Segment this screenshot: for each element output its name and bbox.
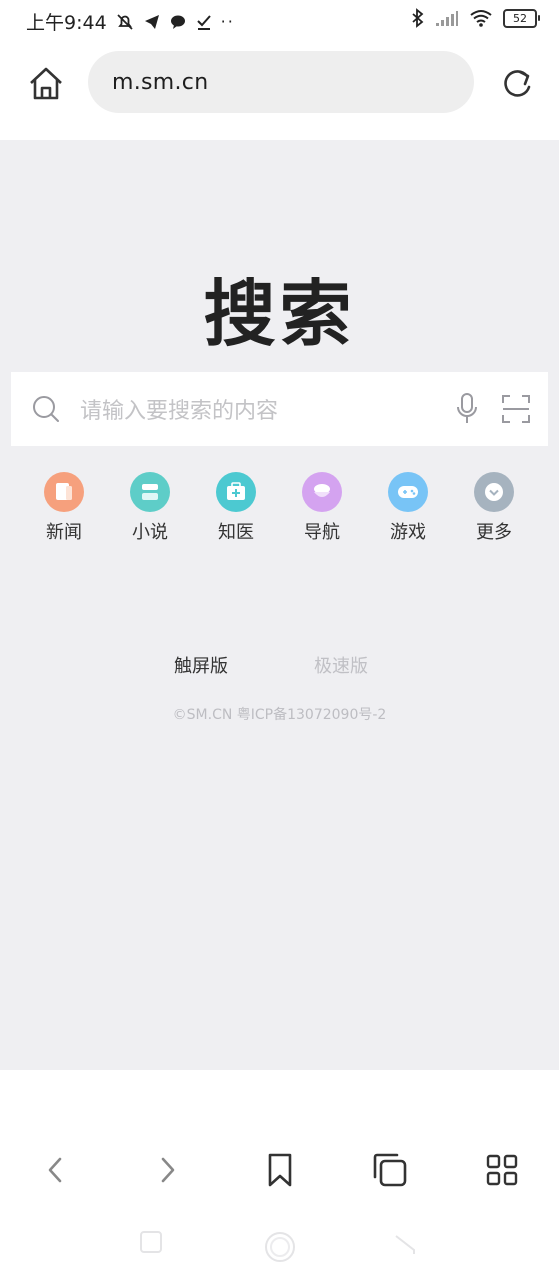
home-button[interactable] <box>26 64 66 104</box>
touch-version-link[interactable]: 触屏版 <box>174 652 228 678</box>
quick-link-games[interactable]: 游戏 <box>368 470 448 544</box>
url-text: m.sm.cn <box>112 69 209 95</box>
microphone-icon[interactable] <box>454 392 480 426</box>
medical-kit-icon <box>216 472 256 512</box>
telegram-icon <box>144 14 159 29</box>
forward-button[interactable] <box>145 1148 189 1192</box>
reload-icon <box>504 70 531 97</box>
news-icon <box>44 472 84 512</box>
quick-link-navigation[interactable]: 导航 <box>282 470 362 544</box>
quick-link-label: 导航 <box>304 522 340 543</box>
download-check-icon <box>196 14 211 30</box>
url-field[interactable]: m.sm.cn <box>88 51 474 113</box>
fast-version-link[interactable]: 极速版 <box>314 652 368 678</box>
home-icon <box>30 67 62 100</box>
back-nav-icon[interactable] <box>392 1230 418 1256</box>
signal-icon <box>436 11 458 26</box>
tabs-button[interactable] <box>368 1148 412 1192</box>
book-icon <box>130 472 170 512</box>
bookmark-icon <box>268 1153 292 1187</box>
back-button[interactable] <box>34 1148 78 1192</box>
wifi-icon <box>470 10 492 27</box>
chat-icon <box>170 15 185 29</box>
forward-arrow-icon <box>161 1157 175 1183</box>
bottom-toolbar <box>0 1070 559 1280</box>
grid-menu-icon <box>486 1154 518 1186</box>
quick-link-medical[interactable]: 知医 <box>196 470 276 544</box>
status-time: 上午9:44 <box>26 12 107 34</box>
quick-link-more[interactable]: 更多 <box>454 470 534 544</box>
quick-link-label: 更多 <box>476 522 512 543</box>
bluetooth-icon <box>412 8 424 28</box>
scan-icon[interactable] <box>501 394 531 424</box>
navigation-icon <box>302 472 342 512</box>
home-nav-icon[interactable] <box>263 1230 297 1264</box>
search-input-placeholder[interactable]: 请输入要搜索的内容 <box>80 393 278 425</box>
quick-links: 新闻 小说 知医 导航 游戏 更多 <box>0 470 559 550</box>
bookmark-button[interactable] <box>258 1148 302 1192</box>
web-content: 搜索 请输入要搜索的内容 新闻 小说 知医 导航 游戏 更多 触屏版 极速版 ©… <box>0 140 559 1070</box>
search-icon <box>33 396 59 422</box>
menu-button[interactable] <box>480 1148 524 1192</box>
quick-link-news[interactable]: 新闻 <box>24 470 104 544</box>
quick-link-label: 游戏 <box>390 522 426 543</box>
battery-level: 52 <box>513 11 527 25</box>
search-logo: 搜索 <box>203 272 356 356</box>
reload-button[interactable] <box>497 64 537 104</box>
status-bar: 上午9:44 ·· 52 <box>0 0 559 40</box>
quick-link-label: 知医 <box>218 522 254 543</box>
battery-icon: 52 <box>503 8 540 28</box>
version-switch: 触屏版 极速版 <box>0 652 559 682</box>
recents-nav-icon[interactable] <box>139 1230 163 1254</box>
icp-footer: ©SM.CN 粤ICP备13072090号-2 <box>172 707 387 723</box>
more-chevron-icon <box>474 472 514 512</box>
back-arrow-icon <box>48 1157 62 1183</box>
search-box[interactable]: 请输入要搜索的内容 <box>11 372 548 446</box>
address-bar: m.sm.cn <box>0 40 559 140</box>
quick-link-label: 新闻 <box>46 522 82 543</box>
tabs-icon <box>373 1153 407 1187</box>
mute-bell-icon <box>117 13 133 30</box>
quick-link-novel[interactable]: 小说 <box>110 470 190 544</box>
quick-link-label: 小说 <box>132 522 168 543</box>
gamepad-icon <box>388 472 428 512</box>
more-notifications-icon: ·· <box>220 12 235 31</box>
